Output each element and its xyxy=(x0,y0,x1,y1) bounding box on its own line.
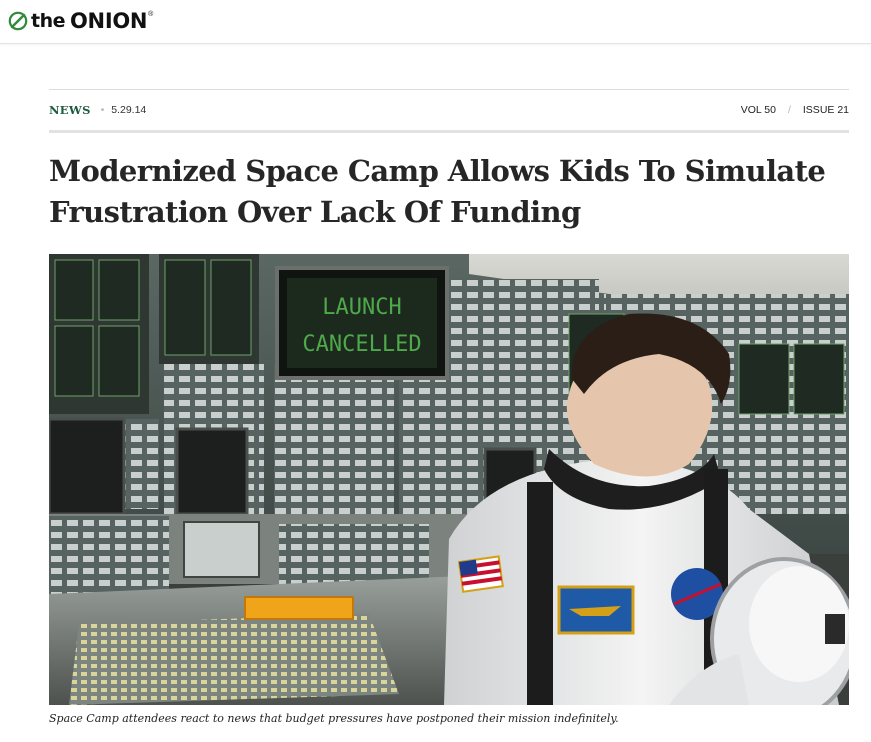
section-link-news[interactable]: NEWS xyxy=(49,103,91,117)
article-meta-bar: NEWS • 5.29.14 VOL 50 / ISSUE 21 xyxy=(49,89,849,133)
article-headline: Modernized Space Camp Allows Kids To Sim… xyxy=(49,154,826,229)
meta-separator-dot: • xyxy=(100,104,105,116)
article-image[interactable]: LAUNCH CANCELLED xyxy=(49,254,849,705)
issue-label: ISSUE 21 xyxy=(802,104,849,116)
screen-line-2: CANCELLED xyxy=(302,332,421,357)
control-room-illustration: LAUNCH CANCELLED xyxy=(49,254,849,705)
image-caption: Space Camp attendees react to news that … xyxy=(49,712,619,725)
article-date: 5.29.14 xyxy=(111,104,147,116)
logo-registered-mark: ® xyxy=(148,11,154,18)
volume-label: VOL 50 xyxy=(740,104,776,116)
site-header: the ONION ® xyxy=(0,0,871,44)
globe-icon xyxy=(8,11,28,31)
logo-the-text: the xyxy=(31,10,66,32)
launch-cancelled-display: LAUNCH CANCELLED xyxy=(275,266,449,380)
meta-separator-slash: / xyxy=(787,104,791,116)
site-logo[interactable]: the ONION ® xyxy=(8,8,153,34)
logo-onion-text: ONION xyxy=(70,9,148,33)
screen-line-1: LAUNCH xyxy=(322,295,401,320)
